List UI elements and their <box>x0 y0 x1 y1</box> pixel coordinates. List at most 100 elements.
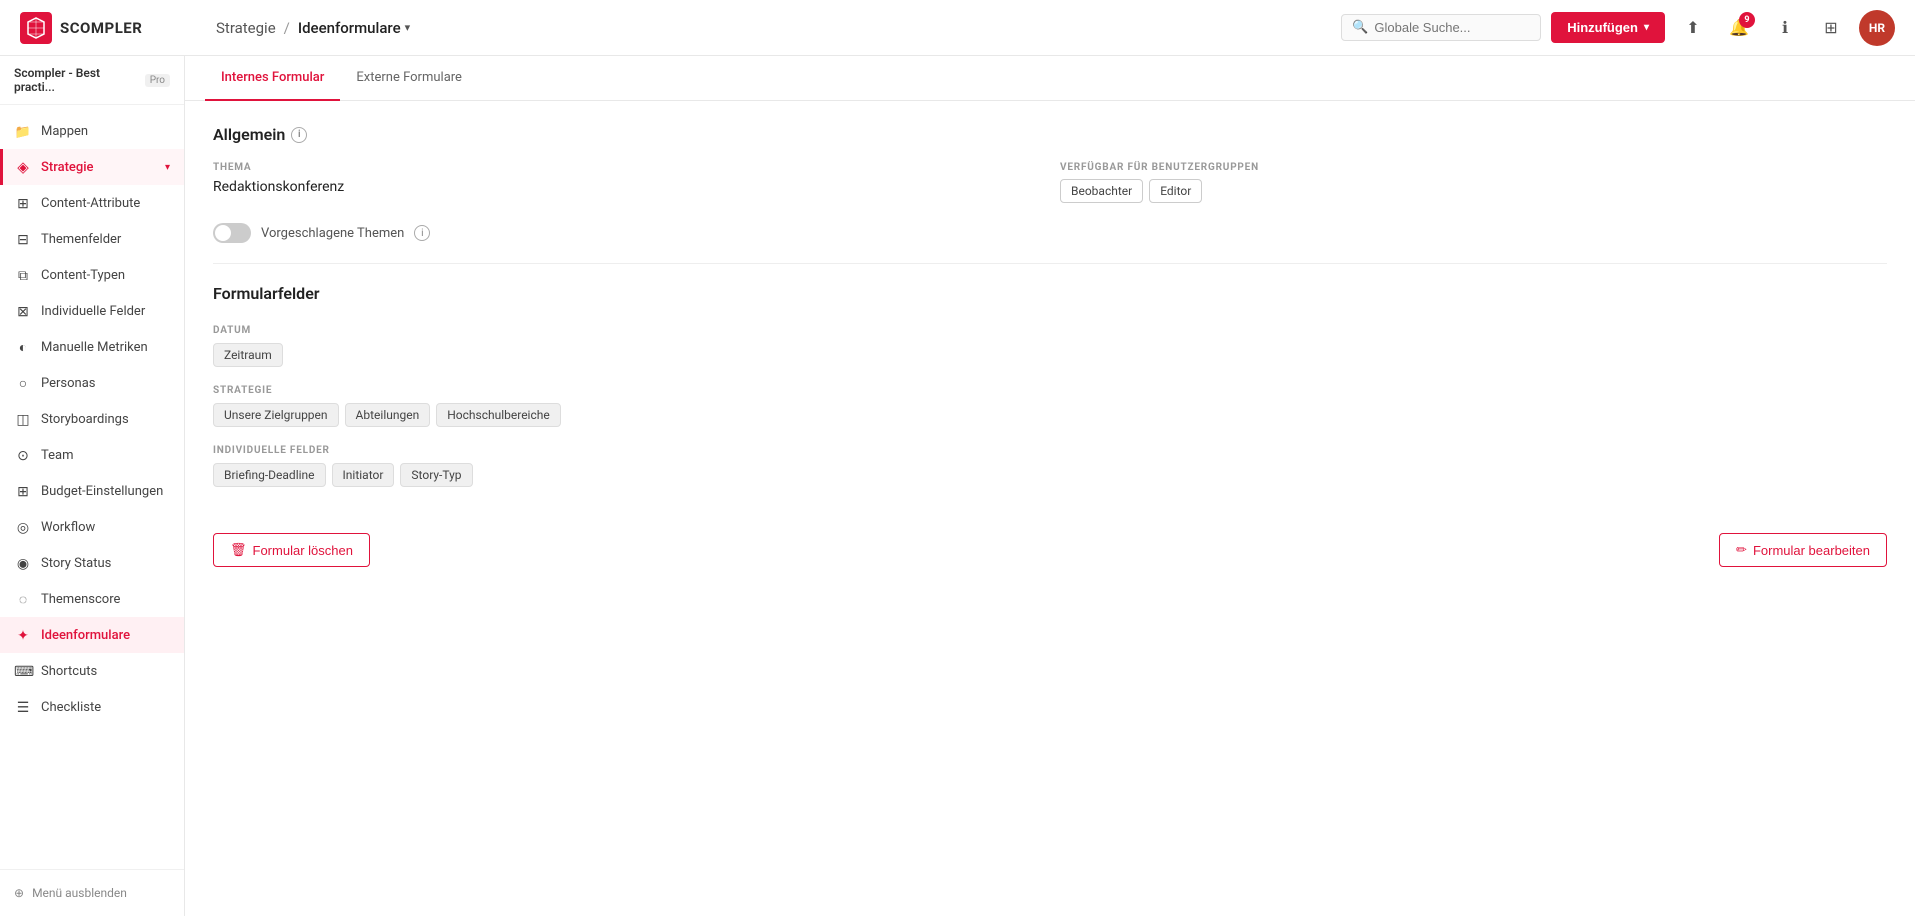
benutzergruppen-field: VERFÜGBAR FÜR BENUTZERGRUPPEN Beobachter… <box>1060 162 1887 203</box>
sidebar-item-themenfelder[interactable]: Themenfelder <box>0 221 184 257</box>
sidebar-item-team[interactable]: Team <box>0 437 184 473</box>
sidebar-label-budget-einstellungen: Budget-Einstellungen <box>41 484 170 499</box>
strategy-icon: ◈ <box>14 158 32 176</box>
sidebar-item-budget-einstellungen[interactable]: Budget-Einstellungen <box>0 473 184 509</box>
datum-tags: Zeitraum <box>213 343 1887 367</box>
sidebar-label-ideenformulare: Ideenformulare <box>41 628 170 643</box>
hide-menu-button[interactable]: ⊕ Menü ausblenden <box>14 880 170 906</box>
search-input[interactable] <box>1374 20 1530 35</box>
actions-row: 🗑 Formular löschen ✏ Formular bearbeiten <box>213 517 1887 567</box>
sidebar-item-themenscore[interactable]: Themenscore <box>0 581 184 617</box>
share-button[interactable]: ⬆ <box>1675 10 1711 46</box>
content-area: Allgemein i THEMA Redaktionskonferenz VE… <box>185 101 1915 591</box>
grid-button[interactable]: ⊞ <box>1813 10 1849 46</box>
sidebar-label-strategie: Strategie <box>41 160 156 175</box>
team-icon <box>14 446 32 464</box>
add-button-label: Hinzufügen <box>1567 20 1638 35</box>
sidebar-item-mappen[interactable]: Mappen <box>0 113 184 149</box>
thema-value: Redaktionskonferenz <box>213 179 1040 195</box>
sidebar-label-checkliste: Checkliste <box>41 700 170 715</box>
datum-row: DATUM Zeitraum <box>213 321 1887 367</box>
sidebar-label-personas: Personas <box>41 376 170 391</box>
pencil-icon: ✏ <box>1736 542 1747 558</box>
content-typen-icon <box>14 266 32 284</box>
tab-internes-formular[interactable]: Internes Formular <box>205 56 340 101</box>
sidebar-label-shortcuts: Shortcuts <box>41 664 170 679</box>
breadcrumb-current[interactable]: Ideenformulare ▾ <box>298 19 410 37</box>
sidebar-item-workflow[interactable]: Workflow <box>0 509 184 545</box>
trash-icon: 🗑 <box>230 542 247 558</box>
workflow-icon <box>14 518 32 536</box>
edit-button-label: Formular bearbeiten <box>1753 543 1870 558</box>
strategie-row: STRATEGIE Unsere Zielgruppen Abteilungen… <box>213 381 1887 427</box>
delete-form-button[interactable]: 🗑 Formular löschen <box>213 533 370 567</box>
sidebar-label-individuelle-felder: Individuelle Felder <box>41 304 170 319</box>
tag-story-typ: Story-Typ <box>400 463 472 487</box>
sidebar-item-individuelle-felder[interactable]: Individuelle Felder <box>0 293 184 329</box>
breadcrumb-chevron-icon: ▾ <box>405 21 411 34</box>
breadcrumb-root[interactable]: Strategie <box>216 19 276 37</box>
idea-icon <box>14 626 32 644</box>
sidebar-item-strategie[interactable]: ◈ Strategie ▾ <box>0 149 184 185</box>
hide-menu-label: Menü ausblenden <box>32 886 127 900</box>
section-formularfelder-title: Formularfelder <box>213 284 1887 303</box>
add-button[interactable]: Hinzufügen ▾ <box>1551 12 1665 43</box>
sidebar-label-workflow: Workflow <box>41 520 170 535</box>
tag-beobachter: Beobachter <box>1060 179 1143 203</box>
notification-badge: 9 <box>1739 12 1755 28</box>
allgemein-info-icon[interactable]: i <box>291 127 307 143</box>
sidebar-item-storyboardings[interactable]: Storyboardings <box>0 401 184 437</box>
toggle-info-icon[interactable]: i <box>414 225 430 241</box>
app-name: SCOMPLER <box>60 19 142 37</box>
sidebar-item-content-typen[interactable]: Content-Typen <box>0 257 184 293</box>
toggle-row: Vorgeschlagene Themen i <box>213 223 1887 243</box>
scompler-logo <box>20 12 52 44</box>
manuelle-metriken-icon <box>14 338 32 356</box>
sidebar-item-personas[interactable]: Personas <box>0 365 184 401</box>
workspace-name: Scompler - Best practi... <box>14 66 137 94</box>
shortcuts-icon <box>14 662 32 680</box>
tag-abteilungen: Abteilungen <box>345 403 431 427</box>
strategie-tags: Unsere Zielgruppen Abteilungen Hochschul… <box>213 403 1887 427</box>
sidebar-label-story-status: Story Status <box>41 556 170 571</box>
grid-icon: ⊞ <box>1824 18 1837 37</box>
header-right: 🔍 Hinzufügen ▾ ⬆ 🔔 9 ℹ ⊞ HR <box>1341 10 1895 46</box>
tag-unsere-zielgruppen: Unsere Zielgruppen <box>213 403 339 427</box>
share-icon: ⬆ <box>1686 18 1699 37</box>
tag-zeitraum: Zeitraum <box>213 343 283 367</box>
sidebar-item-checkliste[interactable]: Checkliste <box>0 689 184 725</box>
sidebar-label-content-attribute: Content-Attribute <box>41 196 170 211</box>
sidebar-item-manuelle-metriken[interactable]: Manuelle Metriken <box>0 329 184 365</box>
sidebar-label-storyboardings: Storyboardings <box>41 412 170 427</box>
tab-externe-formulare[interactable]: Externe Formulare <box>340 56 478 101</box>
sidebar-label-mappen: Mappen <box>41 124 170 139</box>
thema-field: THEMA Redaktionskonferenz <box>213 162 1040 203</box>
logo-area: SCOMPLER <box>20 12 200 44</box>
notifications-button[interactable]: 🔔 9 <box>1721 10 1757 46</box>
individuelle-felder-label: INDIVIDUELLE FELDER <box>213 445 330 456</box>
sidebar-nav: Mappen ◈ Strategie ▾ Content-Attribute T… <box>0 105 184 869</box>
attribute-icon <box>14 194 32 212</box>
toggle-label: Vorgeschlagene Themen <box>261 226 404 241</box>
avatar-button[interactable]: HR <box>1859 10 1895 46</box>
sidebar-label-team: Team <box>41 448 170 463</box>
benutzergruppen-label: VERFÜGBAR FÜR BENUTZERGRUPPEN <box>1060 162 1887 173</box>
individuelle-felder-tags: Briefing-Deadline Initiator Story-Typ <box>213 463 1887 487</box>
sidebar-item-content-attribute[interactable]: Content-Attribute <box>0 185 184 221</box>
search-box[interactable]: 🔍 <box>1341 14 1541 41</box>
breadcrumb: Strategie / Ideenformulare ▾ <box>216 19 1325 37</box>
tag-briefing-deadline: Briefing-Deadline <box>213 463 326 487</box>
sidebar-item-story-status[interactable]: Story Status <box>0 545 184 581</box>
info-button[interactable]: ℹ <box>1767 10 1803 46</box>
main-content: Internes Formular Externe Formulare Allg… <box>185 56 1915 916</box>
allgemein-grid: THEMA Redaktionskonferenz VERFÜGBAR FÜR … <box>213 162 1887 203</box>
strategie-label: STRATEGIE <box>213 385 272 396</box>
edit-form-button[interactable]: ✏ Formular bearbeiten <box>1719 533 1887 567</box>
sidebar-item-shortcuts[interactable]: Shortcuts <box>0 653 184 689</box>
sidebar-bottom: ⊕ Menü ausblenden <box>0 869 184 916</box>
individuelle-felder-icon <box>14 302 32 320</box>
individuelle-felder-row: INDIVIDUELLE FELDER Briefing-Deadline In… <box>213 441 1887 487</box>
sidebar-item-ideenformulare[interactable]: Ideenformulare <box>0 617 184 653</box>
page-tabs: Internes Formular Externe Formulare <box>185 56 1915 101</box>
vorgeschlagene-themen-toggle[interactable] <box>213 223 251 243</box>
